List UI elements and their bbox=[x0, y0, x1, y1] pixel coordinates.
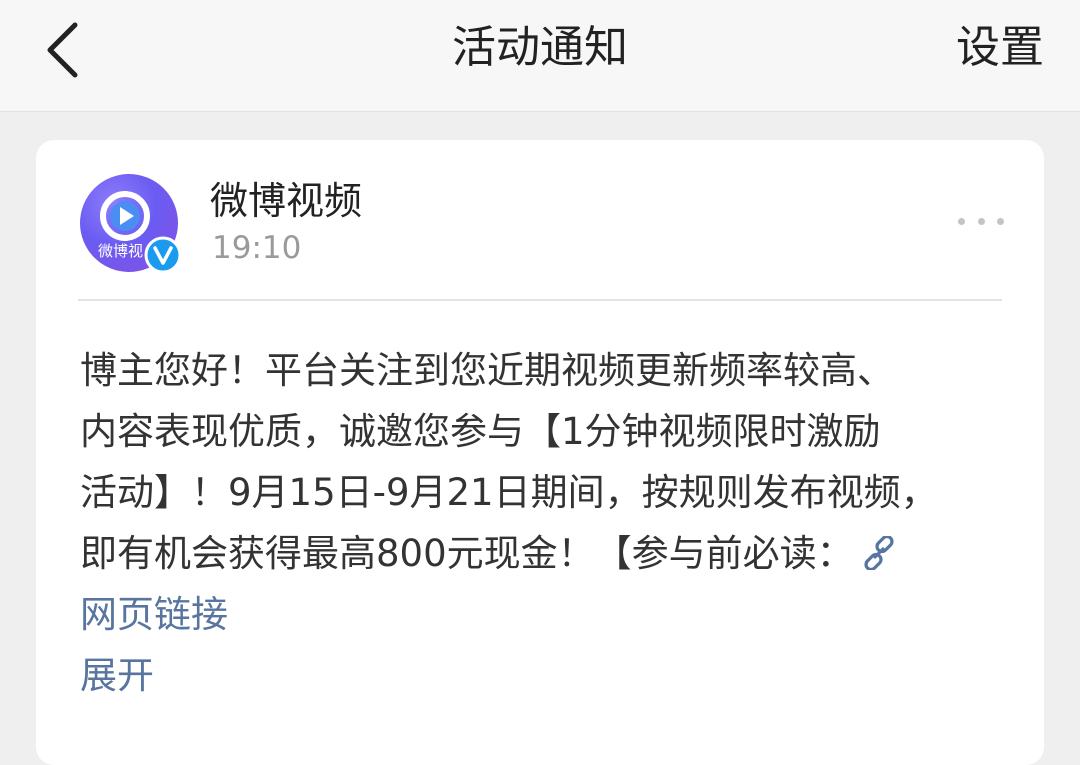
avatar-label: 微博视 bbox=[98, 242, 144, 260]
settings-button[interactable]: 设置 bbox=[956, 18, 1044, 78]
message-time: 19:10 bbox=[212, 230, 302, 266]
expand-button[interactable]: 展开 bbox=[80, 654, 154, 697]
message-line-with-link: 即有机会获得最高800元现金！【参与前必读： bbox=[80, 523, 1010, 584]
more-dots-icon bbox=[997, 217, 1004, 225]
top-nav-bar: 活动通知 设置 bbox=[0, 0, 1080, 112]
notification-card: 微博视 微博视频 19:10 博主您好！平台关注到您近期视频更新频率较高、 内容… bbox=[36, 140, 1044, 765]
web-link[interactable]: 网页链接 bbox=[80, 593, 228, 636]
link-icon bbox=[864, 536, 894, 570]
message-body: 博主您好！平台关注到您近期视频更新频率较高、 内容表现优质，诚邀您参与【1分钟视… bbox=[80, 340, 1010, 706]
message-line: 活动】！9月15日-9月21日期间，按规则发布视频， bbox=[80, 471, 938, 514]
verified-v-icon bbox=[144, 236, 182, 274]
more-dots-icon bbox=[977, 217, 985, 225]
avatar[interactable]: 微博视 bbox=[80, 174, 182, 274]
message-line: 即有机会获得最高800元现金！【参与前必读： bbox=[80, 532, 854, 575]
divider bbox=[78, 299, 1002, 301]
more-options-button[interactable] bbox=[958, 210, 1004, 232]
more-dots-icon bbox=[958, 217, 965, 225]
message-line: 博主您好！平台关注到您近期视频更新频率较高、 bbox=[80, 349, 894, 392]
message-line: 内容表现优质，诚邀您参与【1分钟视频限时激励 bbox=[80, 410, 881, 453]
page-title: 活动通知 bbox=[452, 22, 628, 73]
sender-name[interactable]: 微博视频 bbox=[210, 176, 362, 226]
